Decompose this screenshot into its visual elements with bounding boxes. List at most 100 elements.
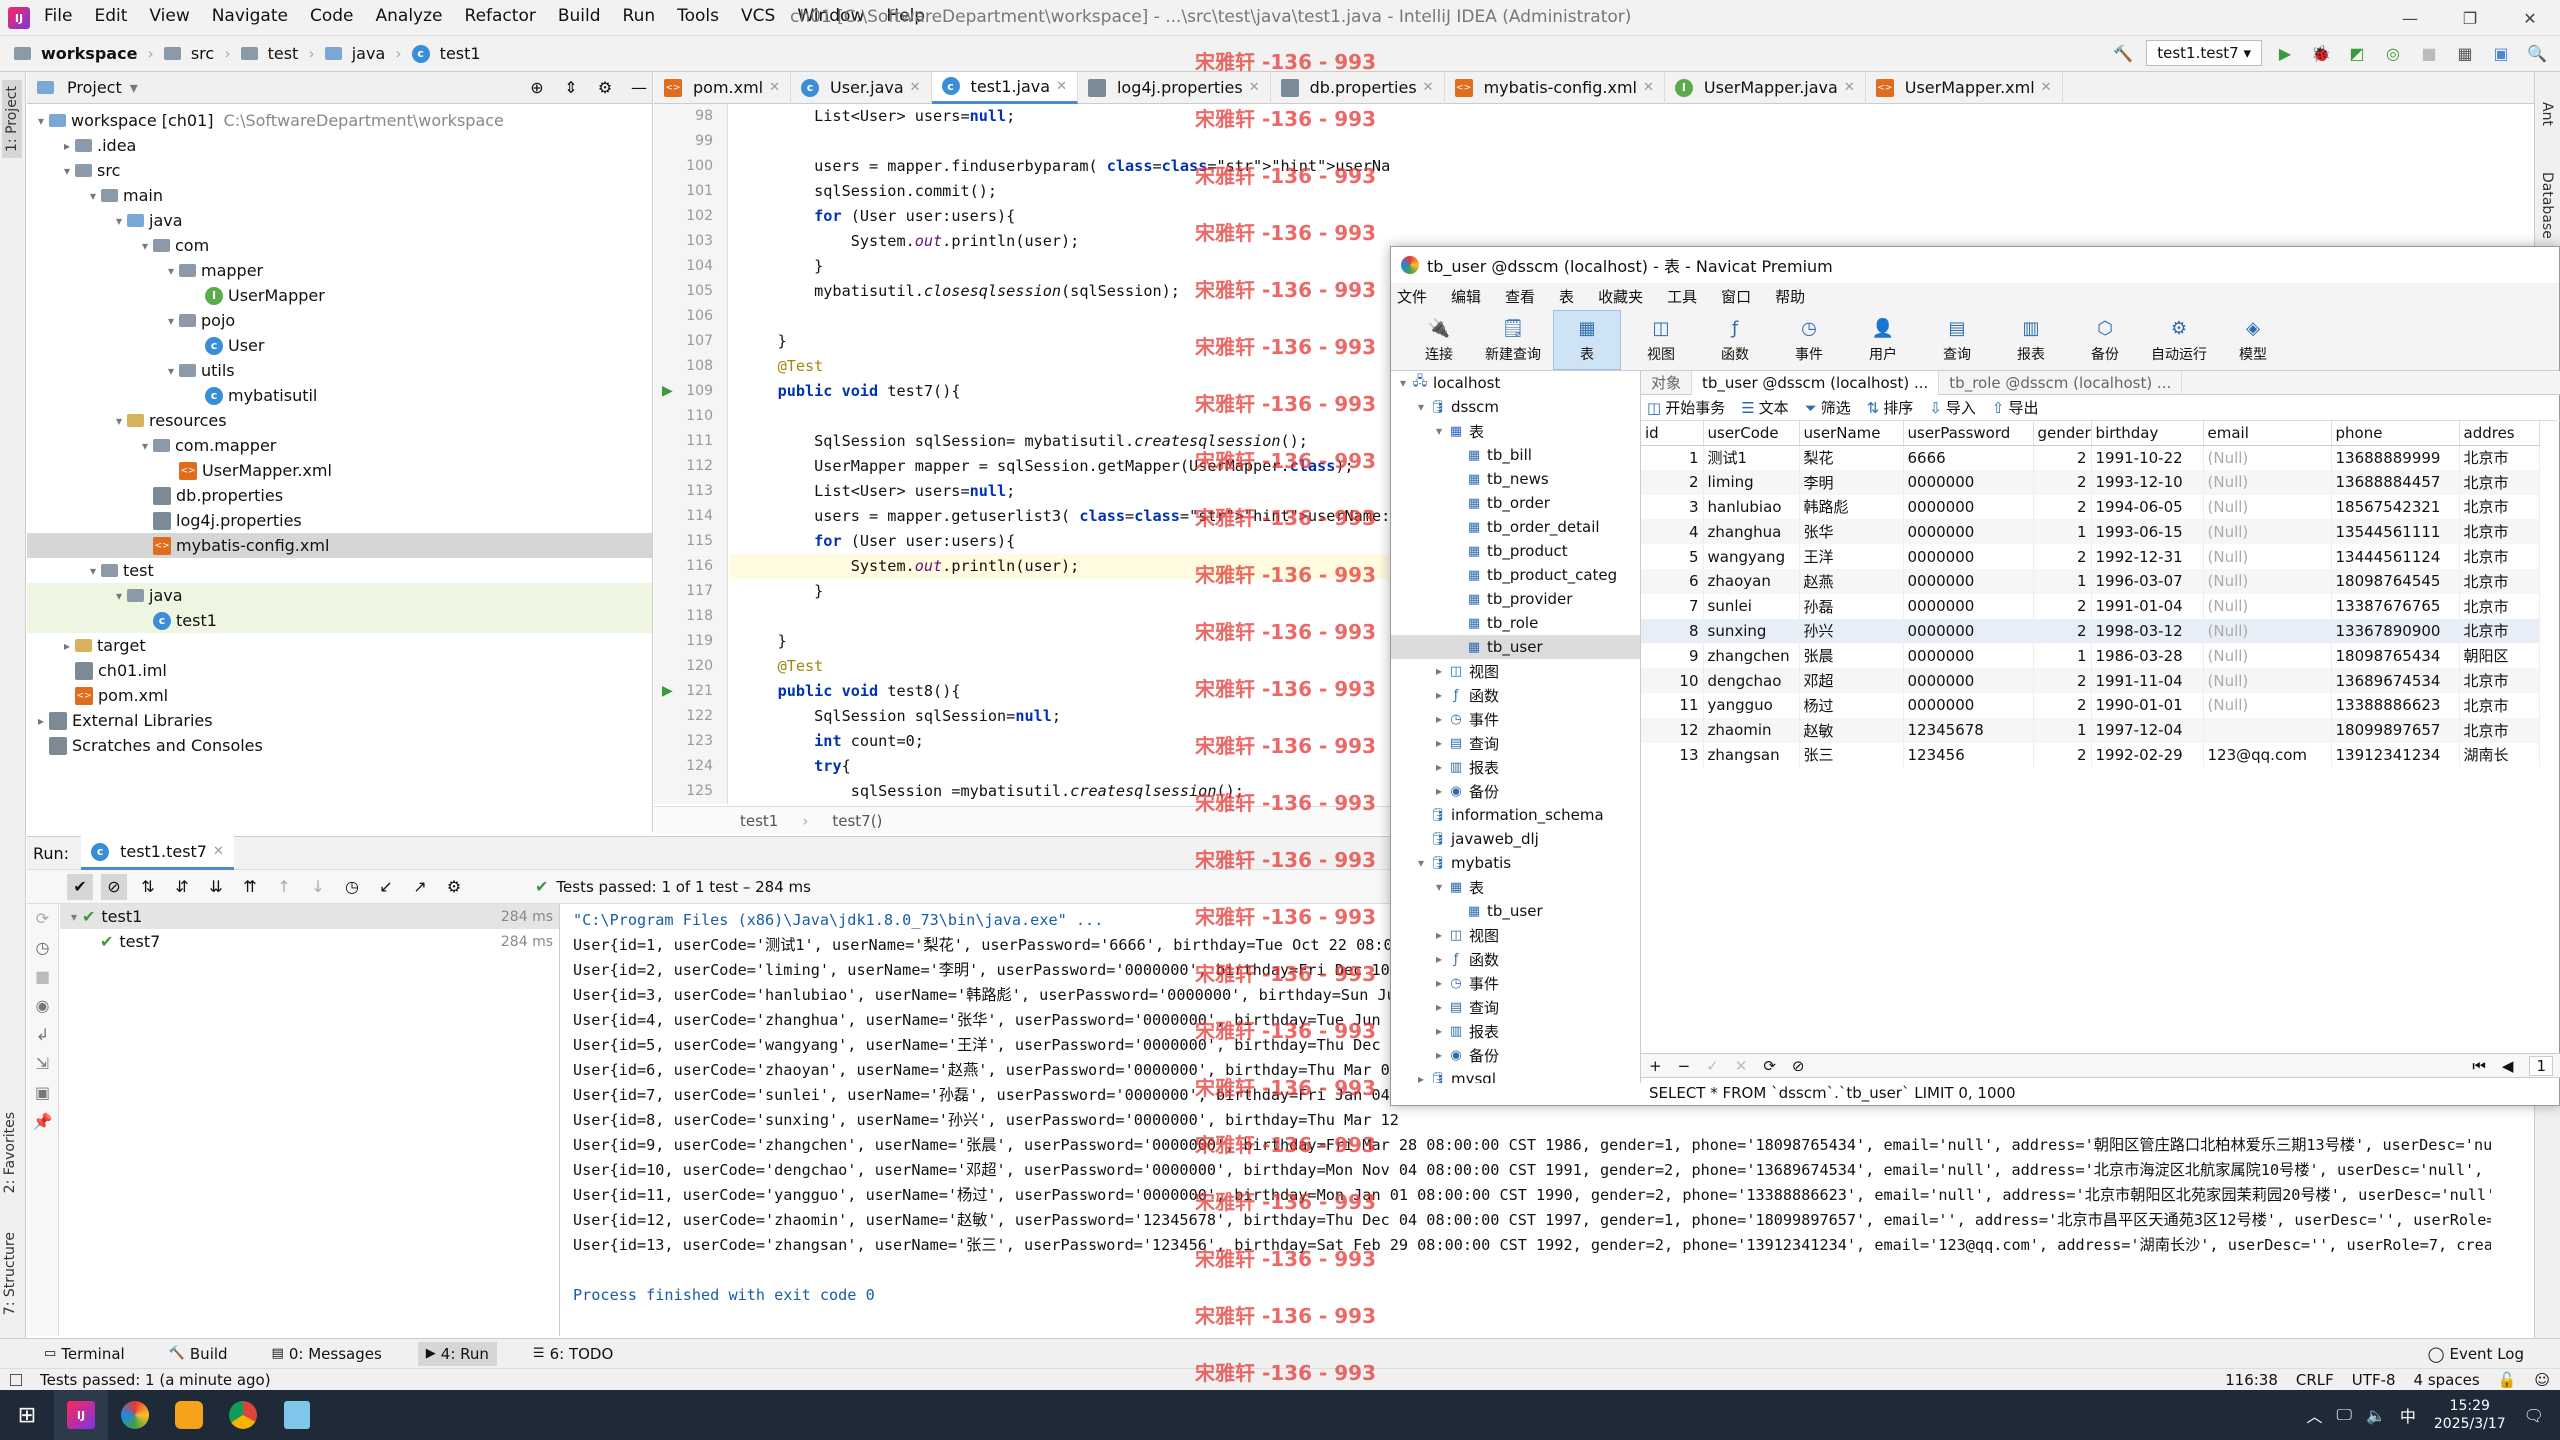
grid-cell[interactable]: 13 xyxy=(1641,742,1704,768)
grid-row[interactable]: 1 测试1 梨花 6666 2 1991-10-22 (Null) 13688889999 北京… xyxy=(1641,445,2540,470)
code-line[interactable] xyxy=(729,404,1389,429)
navicat-tool-button[interactable]: 🔌 连接 xyxy=(1405,310,1473,370)
grid-cell[interactable]: 1991-01-04 xyxy=(2091,593,2204,619)
navicat-tree-node[interactable]: ▸ ▥ 报表 xyxy=(1391,1019,1640,1043)
navicat-tree-node[interactable]: ▾ ▦ 表 xyxy=(1391,419,1640,443)
apply-icon[interactable]: ✓ xyxy=(1706,1057,1719,1075)
grid-cell[interactable]: 北京市 xyxy=(2459,519,2540,545)
grid-cell[interactable]: 北京市 xyxy=(2459,469,2540,495)
expand-arrow-icon[interactable]: ▸ xyxy=(1431,784,1447,798)
menu-item-refactor[interactable]: Refactor xyxy=(465,6,536,26)
grid-cell[interactable]: (Null) xyxy=(2203,593,2332,619)
navicat-menu-item[interactable]: 文件 xyxy=(1397,286,1427,307)
grid-row[interactable]: 7 sunlei 孙磊 0000000 2 1991-01-04 (Null) 1338767… xyxy=(1641,593,2540,619)
grid-cell[interactable]: 13689674534 xyxy=(2331,668,2460,693)
grid-cell[interactable]: 0000000 xyxy=(1903,544,2034,569)
grid-cell[interactable]: 5 xyxy=(1641,544,1704,569)
project-node[interactable]: c User xyxy=(27,333,652,358)
grid-cell[interactable]: 0000000 xyxy=(1903,692,2034,718)
grid-cell[interactable]: 2 xyxy=(2033,742,2092,768)
navicat-tree-node[interactable]: ▦ tb_provider xyxy=(1391,587,1640,611)
expand-arrow-icon[interactable]: ▾ xyxy=(1431,880,1447,894)
column-header[interactable]: userCode xyxy=(1703,421,1800,446)
expand-arrow-icon[interactable]: ▸ xyxy=(1431,1048,1447,1062)
test-case-row[interactable]: ✔ test7 284 ms xyxy=(60,929,559,954)
editor-tab[interactable]: c test1.java ✕ xyxy=(931,71,1078,104)
navicat-tree-node[interactable]: ▾ 🛢 dsscm xyxy=(1391,395,1640,419)
code-line[interactable]: for (User user:users){ xyxy=(729,529,1389,554)
grid-cell[interactable]: 2 xyxy=(2033,692,2092,718)
navicat-tool-button[interactable]: ◷ 事件 xyxy=(1775,310,1843,370)
code-line[interactable]: } xyxy=(729,329,1389,354)
navicat-tree-node[interactable]: ▦ tb_news xyxy=(1391,467,1640,491)
grid-cell[interactable]: 孙磊 xyxy=(1799,593,1904,619)
grid-row[interactable]: 2 liming 李明 0000000 2 1993-12-10 (Null) 1368888… xyxy=(1641,469,2540,495)
grid-cell[interactable]: 0000000 xyxy=(1903,469,2034,495)
editor-tab[interactable]: db.properties ✕ xyxy=(1271,71,1445,104)
grid-cell[interactable]: 3 xyxy=(1641,494,1704,520)
menu-item-view[interactable]: View xyxy=(149,6,189,26)
grid-cell[interactable]: zhangchen xyxy=(1703,643,1800,669)
grid-cell[interactable]: 北京市 xyxy=(2459,717,2540,743)
grid-cell[interactable]: 2 xyxy=(2033,668,2092,693)
grid-cell[interactable]: 0000000 xyxy=(1903,519,2034,545)
grid-cell[interactable]: 0000000 xyxy=(1903,568,2034,594)
grid-cell[interactable]: 1992-02-29 xyxy=(2091,742,2204,768)
grid-cell[interactable]: 北京市 xyxy=(2459,445,2540,470)
event-log-tab[interactable]: ◯ Event Log xyxy=(2428,1345,2524,1363)
expand-arrow-icon[interactable]: ▾ xyxy=(1431,424,1447,438)
collapse-all-tests-icon[interactable]: ⇈ xyxy=(237,874,263,900)
project-panel-title[interactable]: Project xyxy=(67,78,122,97)
navicat-tree-node[interactable]: ▦ tb_user xyxy=(1391,635,1640,659)
project-node[interactable]: ▾ java xyxy=(27,583,652,608)
discard-icon[interactable]: ✕ xyxy=(1735,1057,1748,1075)
grid-cell[interactable]: 2 xyxy=(2033,494,2092,520)
grid-cell[interactable]: 1991-10-22 xyxy=(2091,445,2204,470)
show-passed-icon[interactable]: ✔ xyxy=(67,873,93,900)
grid-cell[interactable]: 1991-11-04 xyxy=(2091,668,2204,693)
close-tab-icon[interactable]: ✕ xyxy=(1844,80,1855,95)
menu-item-tools[interactable]: Tools xyxy=(677,6,719,26)
database-tool-tab[interactable]: Database xyxy=(2539,172,2555,239)
grid-cell[interactable]: 梨花 xyxy=(1799,445,1904,470)
grid-cell[interactable]: 2 xyxy=(2033,469,2092,495)
grid-cell[interactable]: 北京市 xyxy=(2459,668,2540,693)
project-node[interactable]: <> pom.xml xyxy=(27,683,652,708)
collapse-all-icon[interactable]: ⇕ xyxy=(558,75,584,101)
bottom-tab[interactable]: ▶ 4: Run xyxy=(417,1341,497,1366)
first-page-icon[interactable]: ⏮ xyxy=(2472,1057,2486,1075)
project-node[interactable]: <> mybatis-config.xml xyxy=(27,533,652,558)
code-line[interactable]: sqlSession =mybatisutil.createsqlsession… xyxy=(729,779,1389,804)
grid-cell[interactable]: zhanghua xyxy=(1703,519,1800,545)
line-separator[interactable]: CRLF xyxy=(2296,1371,2334,1389)
column-header[interactable]: email xyxy=(2203,421,2332,446)
grid-cell[interactable]: 2 xyxy=(1641,469,1704,495)
grid-cell[interactable]: 北京市 xyxy=(2459,494,2540,520)
sdk-icon[interactable]: ▣ xyxy=(2488,40,2514,66)
navicat-tree-node[interactable]: ▸ 🛢 mysql xyxy=(1391,1067,1640,1083)
menu-item-edit[interactable]: Edit xyxy=(94,6,127,26)
grid-cell[interactable]: 4 xyxy=(1641,519,1704,545)
grid-cell[interactable]: 18098764545 xyxy=(2331,568,2460,594)
navicat-tab[interactable]: tb_user @dsscm (localhost) ... xyxy=(1692,370,1940,395)
breadcrumb-item[interactable]: src xyxy=(163,44,214,63)
windows-start-icon[interactable]: ⊞ xyxy=(0,1390,54,1440)
navicat-tree-node[interactable]: 🛢 information_schema xyxy=(1391,803,1640,827)
code-line[interactable]: public void test7(){ xyxy=(729,379,1389,404)
grid-cell[interactable]: (Null) xyxy=(2203,668,2332,693)
grid-row[interactable]: 5 wangyang 王洋 0000000 2 1992-12-31 (Null) 13444… xyxy=(1641,544,2540,569)
navicat-tool-button[interactable]: ⚙ 自动运行 xyxy=(2145,310,2213,370)
code-line[interactable]: } xyxy=(729,579,1389,604)
add-row-icon[interactable]: + xyxy=(1649,1057,1662,1075)
settings-gear-icon[interactable]: ⚙ xyxy=(592,75,618,101)
project-node[interactable]: ▸ .idea xyxy=(27,133,652,158)
taskbar-navicat-icon[interactable] xyxy=(108,1390,162,1440)
grid-cell[interactable]: 1993-06-15 xyxy=(2091,519,2204,545)
expand-arrow-icon[interactable]: ▸ xyxy=(33,714,49,728)
bottom-tab[interactable]: ▤ 0: Messages xyxy=(264,1342,390,1366)
project-node[interactable]: ▾ pojo xyxy=(27,308,652,333)
file-encoding[interactable]: UTF-8 xyxy=(2352,1371,2396,1389)
navicat-tree-node[interactable]: ▸ ◉ 备份 xyxy=(1391,779,1640,803)
breadcrumb-item[interactable]: c test1 xyxy=(411,44,481,63)
stop-query-icon[interactable]: ⊘ xyxy=(1792,1057,1805,1075)
